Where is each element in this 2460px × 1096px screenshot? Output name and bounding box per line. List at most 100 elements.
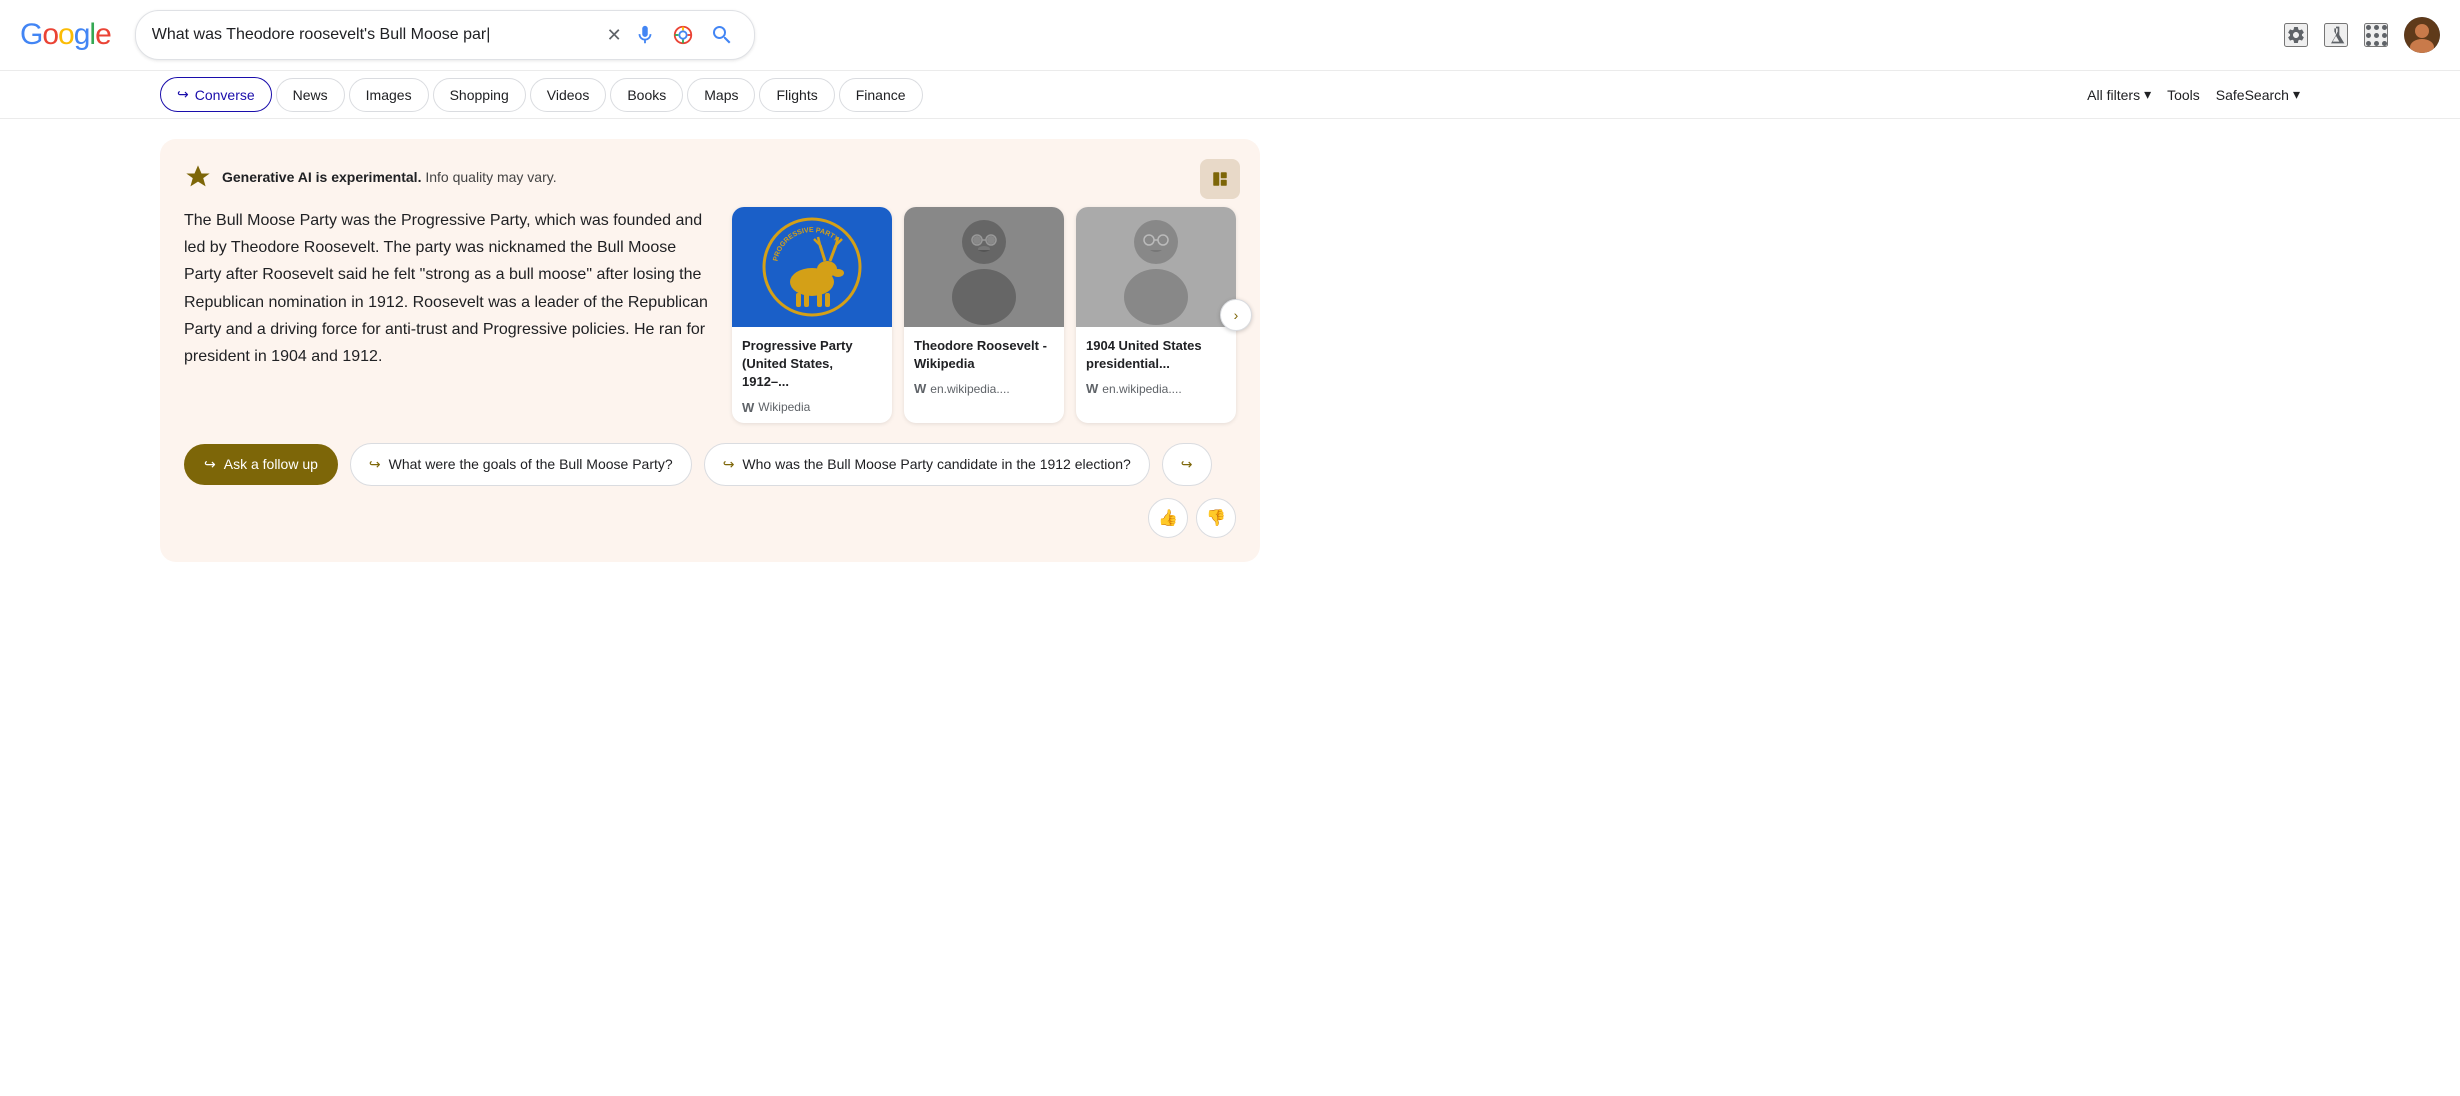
ai-image-thumb-0: PROGRESSIVE PARTY (732, 207, 892, 327)
header-right (2284, 17, 2440, 53)
avatar[interactable] (2404, 17, 2440, 53)
tab-news[interactable]: News (276, 78, 345, 112)
ai-images: PROGRESSIVE PARTY Progressive Party (Uni… (732, 207, 1236, 423)
safesearch-label: SafeSearch (2216, 87, 2289, 103)
thumbs-down-button[interactable]: 👎 (1196, 498, 1236, 538)
main-content: Generative AI is experimental. Info qual… (0, 119, 2460, 582)
ask-followup-label: Ask a follow up (224, 456, 318, 472)
tab-converse-label: Converse (195, 87, 255, 103)
ai-disclaimer-suffix: Info quality may vary. (421, 169, 556, 185)
ai-image-source-2: W en.wikipedia.... (1086, 381, 1226, 396)
safesearch-button[interactable]: SafeSearch ▾ (2216, 86, 2300, 103)
search-bar-wrapper: ✕ (135, 10, 755, 60)
safesearch-chevron-icon: ▾ (2293, 86, 2300, 103)
chevron-down-icon: ▾ (2144, 86, 2151, 103)
ai-header: Generative AI is experimental. Info qual… (184, 163, 1236, 191)
lens-button[interactable] (668, 20, 698, 50)
mic-button[interactable] (630, 20, 660, 50)
thumbs-up-icon: 👍 (1158, 508, 1178, 528)
ai-disclaimer-bold: Generative AI is experimental. (222, 169, 421, 185)
labs-button[interactable] (2324, 23, 2348, 47)
search-button[interactable] (706, 19, 738, 51)
wiki-logo-1: W (914, 381, 926, 396)
mic-icon (634, 24, 656, 46)
tab-images-label: Images (366, 87, 412, 103)
tab-videos[interactable]: Videos (530, 78, 607, 112)
ai-image-info-1: Theodore Roosevelt - Wikipedia W en.wiki… (904, 327, 1064, 404)
ai-image-title-0: Progressive Party (United States, 1912–.… (742, 337, 882, 392)
labs-icon (2326, 24, 2346, 46)
tab-finance[interactable]: Finance (839, 78, 923, 112)
settings-button[interactable] (2284, 23, 2308, 47)
tab-converse[interactable]: ↪ Converse (160, 77, 272, 112)
suggestion-label-0: What were the goals of the Bull Moose Pa… (389, 456, 673, 472)
nav-tabs: ↪ Converse News Images Shopping Videos B… (0, 71, 2460, 119)
suggestion-arrow-icon-1: ↪ (723, 456, 735, 473)
ai-image-card-1[interactable]: Theodore Roosevelt - Wikipedia W en.wiki… (904, 207, 1064, 423)
tab-finance-label: Finance (856, 87, 906, 103)
ai-disclaimer: Generative AI is experimental. Info qual… (222, 169, 557, 185)
ai-image-thumb-2 (1076, 207, 1236, 327)
ai-answer-card: Generative AI is experimental. Info qual… (160, 139, 1260, 562)
tab-maps[interactable]: Maps (687, 78, 755, 112)
followup-section: ↪ Ask a follow up ↪ What were the goals … (184, 443, 1236, 538)
grid-button[interactable] (2364, 23, 2388, 47)
header: Google ✕ (0, 0, 2460, 71)
wiki-logo-2: W (1086, 381, 1098, 396)
suggestion-label-1: Who was the Bull Moose Party candidate i… (742, 456, 1130, 472)
tab-books-label: Books (627, 87, 666, 103)
tab-flights[interactable]: Flights (759, 78, 834, 112)
ai-image-thumb-1 (904, 207, 1064, 327)
followup-arrow-icon: ↪ (204, 456, 216, 473)
ai-gem-icon (184, 163, 212, 191)
settings-icon (2286, 24, 2306, 46)
ai-image-card-0[interactable]: PROGRESSIVE PARTY Progressive Party (Uni… (732, 207, 892, 423)
layout-icon (1211, 170, 1229, 188)
feedback-buttons: 👍 👎 (1148, 498, 1236, 538)
tab-news-label: News (293, 87, 328, 103)
tools-label: Tools (2167, 87, 2200, 103)
suggestion-arrow-icon-0: ↪ (369, 456, 381, 473)
suggestion-arrow-icon-2: ↪ (1181, 456, 1193, 473)
chevron-right-icon: › (1234, 307, 1239, 323)
tab-flights-label: Flights (776, 87, 817, 103)
search-input[interactable] (152, 26, 599, 44)
clear-icon[interactable]: ✕ (607, 25, 622, 46)
grid-icon (2366, 25, 2387, 46)
wiki-logo-0: W (742, 400, 754, 415)
tab-maps-label: Maps (704, 87, 738, 103)
tools-button[interactable]: Tools (2167, 87, 2200, 103)
converse-arrow-icon: ↪ (177, 86, 189, 103)
all-filters-label: All filters (2087, 87, 2140, 103)
tab-videos-label: Videos (547, 87, 590, 103)
all-filters-button[interactable]: All filters ▾ (2087, 86, 2151, 103)
google-logo[interactable]: Google (20, 18, 111, 52)
search-bar: ✕ (135, 10, 755, 60)
ai-image-title-2: 1904 United States presidential... (1086, 337, 1226, 373)
tab-shopping[interactable]: Shopping (433, 78, 526, 112)
search-icon (710, 23, 734, 47)
source-label-0: Wikipedia (758, 400, 810, 414)
ai-layout-toggle-button[interactable] (1200, 159, 1240, 199)
thumbs-up-button[interactable]: 👍 (1148, 498, 1188, 538)
tab-books[interactable]: Books (610, 78, 683, 112)
ai-image-source-1: W en.wikipedia.... (914, 381, 1054, 396)
ai-image-source-0: W Wikipedia (742, 400, 882, 415)
followup-suggestion-2[interactable]: ↪ (1162, 443, 1212, 486)
ai-image-info-0: Progressive Party (United States, 1912–.… (732, 327, 892, 423)
ai-image-title-1: Theodore Roosevelt - Wikipedia (914, 337, 1054, 373)
followup-suggestion-0[interactable]: ↪ What were the goals of the Bull Moose … (350, 443, 692, 486)
followup-suggestion-1[interactable]: ↪ Who was the Bull Moose Party candidate… (704, 443, 1150, 486)
tab-images[interactable]: Images (349, 78, 429, 112)
ai-images-wrapper: PROGRESSIVE PARTY Progressive Party (Uni… (732, 207, 1236, 423)
thumbs-down-icon: 👎 (1206, 508, 1226, 528)
ai-image-card-2[interactable]: 1904 United States presidential... W en.… (1076, 207, 1236, 423)
ai-image-info-2: 1904 United States presidential... W en.… (1076, 327, 1236, 404)
source-label-1: en.wikipedia.... (930, 382, 1009, 396)
tab-shopping-label: Shopping (450, 87, 509, 103)
source-label-2: en.wikipedia.... (1102, 382, 1181, 396)
images-next-button[interactable]: › (1220, 299, 1252, 331)
lens-icon (672, 24, 694, 46)
nav-right: All filters ▾ Tools SafeSearch ▾ (2087, 86, 2300, 103)
ask-followup-button[interactable]: ↪ Ask a follow up (184, 444, 338, 485)
